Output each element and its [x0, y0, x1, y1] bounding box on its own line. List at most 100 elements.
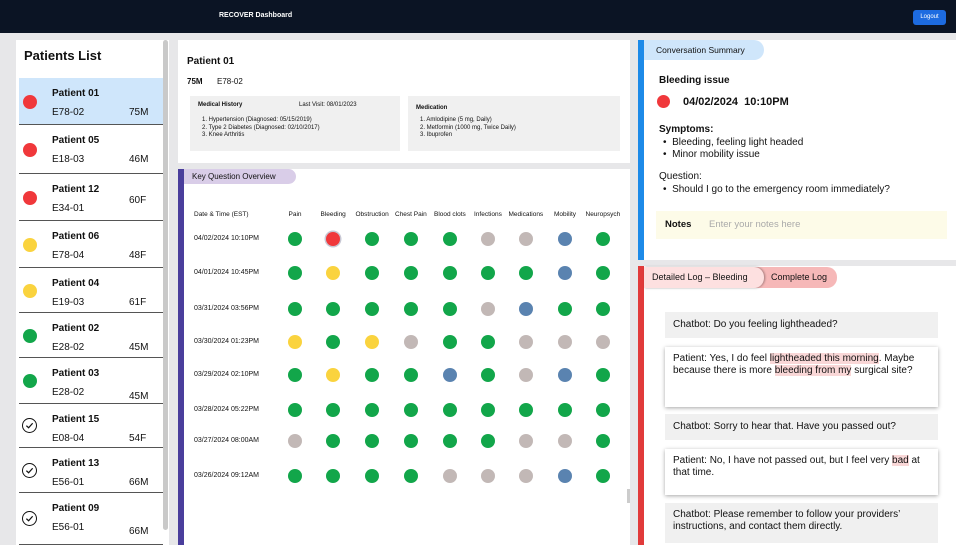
status-dot[interactable] [404, 469, 418, 483]
status-dot[interactable] [288, 266, 302, 280]
status-dot[interactable] [558, 469, 572, 483]
status-dot[interactable] [481, 469, 495, 483]
status-dot[interactable] [404, 434, 418, 448]
status-dot[interactable] [326, 232, 340, 246]
status-dot[interactable] [443, 368, 457, 382]
status-dot[interactable] [558, 302, 572, 316]
date-time-header: Date & Time (EST) [194, 211, 249, 218]
status-dot[interactable] [326, 403, 340, 417]
status-dot[interactable] [596, 469, 610, 483]
patient-list-item[interactable]: Patient 09 E56-01 66M [19, 493, 163, 545]
status-dot[interactable] [365, 368, 379, 382]
status-dot[interactable] [404, 302, 418, 316]
status-dot[interactable] [365, 266, 379, 280]
patient-list-item[interactable]: Patient 06 E78-04 48F [19, 221, 163, 268]
status-dot[interactable] [558, 232, 572, 246]
patient-list-item[interactable]: Patient 01 E78-02 75M [19, 78, 163, 125]
status-dot[interactable] [519, 403, 533, 417]
status-dot[interactable] [596, 403, 610, 417]
status-dot[interactable] [365, 469, 379, 483]
status-dot[interactable] [443, 335, 457, 349]
notes-input[interactable] [709, 216, 939, 233]
status-dot[interactable] [365, 403, 379, 417]
status-dot[interactable] [288, 232, 302, 246]
status-dot[interactable] [443, 469, 457, 483]
column-header: Blood clots [434, 211, 466, 218]
status-dot[interactable] [288, 469, 302, 483]
status-dot[interactable] [288, 368, 302, 382]
status-dot[interactable] [596, 266, 610, 280]
status-dot[interactable] [326, 302, 340, 316]
status-dot[interactable] [365, 434, 379, 448]
status-dot[interactable] [481, 335, 495, 349]
patient-list-item[interactable]: Patient 13 E56-01 66M [19, 448, 163, 493]
status-dot[interactable] [443, 403, 457, 417]
patient-name: Patient 09 [52, 503, 100, 514]
status-dot[interactable] [519, 434, 533, 448]
status-dot[interactable] [558, 368, 572, 382]
status-dot[interactable] [404, 368, 418, 382]
status-dot[interactable] [519, 335, 533, 349]
status-dot[interactable] [365, 232, 379, 246]
patient-list-item[interactable]: Patient 02 E28-02 45M [19, 313, 163, 358]
status-dot[interactable] [443, 302, 457, 316]
status-dot[interactable] [596, 232, 610, 246]
logout-button[interactable]: Logout [913, 10, 946, 25]
status-dot[interactable] [596, 302, 610, 316]
panel-accent-bar [638, 40, 644, 260]
status-dot[interactable] [481, 266, 495, 280]
status-dot[interactable] [288, 434, 302, 448]
status-dot[interactable] [481, 368, 495, 382]
status-dot[interactable] [558, 335, 572, 349]
status-dot[interactable] [326, 266, 340, 280]
patient-age: 45M [129, 391, 149, 402]
status-dot[interactable] [519, 469, 533, 483]
status-dot[interactable] [365, 302, 379, 316]
status-dot[interactable] [443, 232, 457, 246]
status-dot[interactable] [519, 368, 533, 382]
patient-list-item[interactable]: Patient 12 E34-01 60F [19, 174, 163, 221]
status-dot[interactable] [443, 266, 457, 280]
status-dot[interactable] [481, 434, 495, 448]
status-dot[interactable] [404, 335, 418, 349]
status-dot[interactable] [481, 232, 495, 246]
status-dot[interactable] [288, 335, 302, 349]
key-question-overview-tag: Key Question Overview [184, 169, 296, 184]
status-dot[interactable] [596, 368, 610, 382]
overview-scrollbar[interactable] [627, 489, 630, 503]
status-dot[interactable] [288, 403, 302, 417]
status-dot[interactable] [481, 403, 495, 417]
top-bar: RECOVER Dashboard Logout [0, 0, 956, 33]
patient-code: E18-03 [52, 154, 85, 165]
status-dot[interactable] [558, 266, 572, 280]
status-dot[interactable] [288, 302, 302, 316]
status-dot[interactable] [326, 335, 340, 349]
patient-list-item[interactable]: Patient 04 E19-03 61F [19, 268, 163, 313]
status-dot[interactable] [519, 266, 533, 280]
status-dot[interactable] [519, 232, 533, 246]
patient-age: 75M [129, 107, 149, 118]
status-dot[interactable] [404, 403, 418, 417]
patient-age-sex: 75M [187, 77, 203, 86]
medication-item: 2. Metformin (1000 mg, Twice Daily) [420, 124, 516, 131]
status-dot[interactable] [558, 434, 572, 448]
status-dot[interactable] [404, 266, 418, 280]
status-dot[interactable] [519, 302, 533, 316]
patient-list-item[interactable]: Patient 03 E28-02 45M [19, 358, 163, 404]
tab-detailed-log[interactable]: Detailed Log – Bleeding [644, 267, 764, 288]
status-dot[interactable] [481, 302, 495, 316]
status-dot[interactable] [404, 232, 418, 246]
patient-list-item[interactable]: Patient 05 E18-03 46M [19, 125, 163, 174]
patient-age: 66M [129, 477, 149, 488]
status-dot[interactable] [326, 469, 340, 483]
status-dot[interactable] [596, 335, 610, 349]
patients-list-title: Patients List [24, 48, 102, 63]
status-dot[interactable] [365, 335, 379, 349]
status-dot[interactable] [326, 434, 340, 448]
patients-list-scrollbar[interactable] [163, 40, 168, 530]
status-dot[interactable] [558, 403, 572, 417]
status-dot[interactable] [596, 434, 610, 448]
patient-list-item[interactable]: Patient 15 E08-04 54F [19, 404, 163, 448]
status-dot[interactable] [443, 434, 457, 448]
status-dot[interactable] [326, 368, 340, 382]
